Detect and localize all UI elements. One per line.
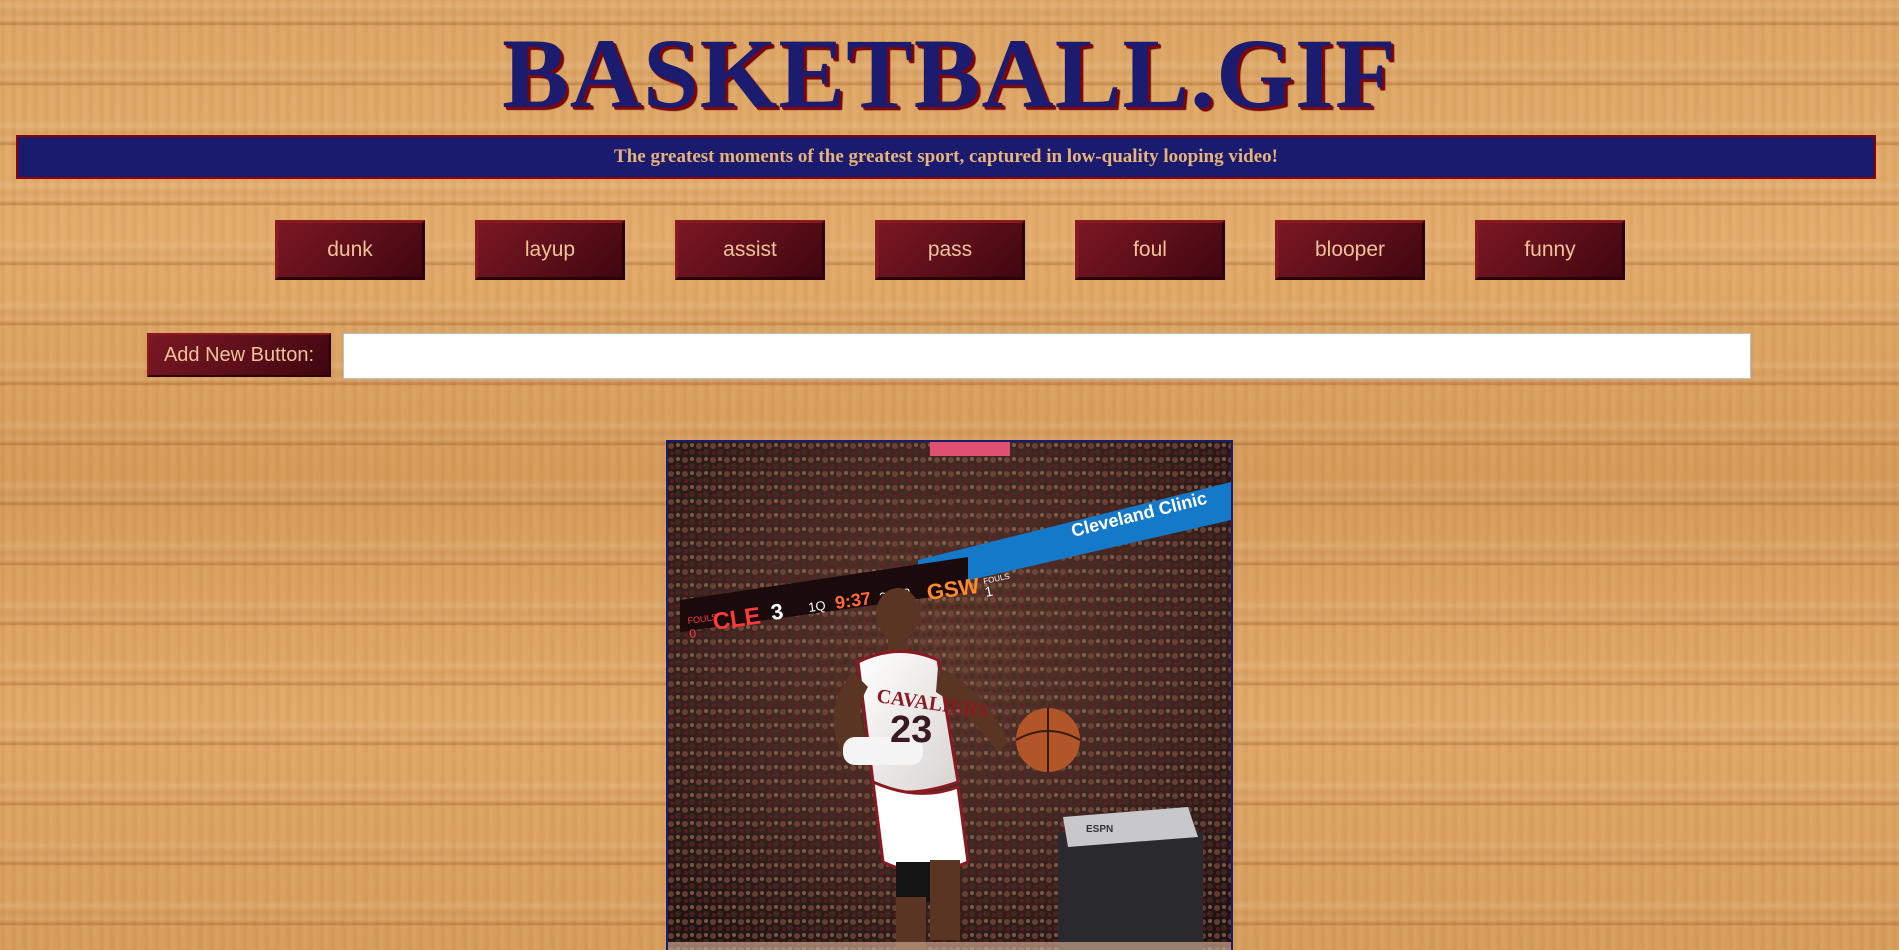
broadcast-logo: ESPN bbox=[1086, 824, 1113, 835]
topic-button-layup[interactable]: layup bbox=[475, 220, 625, 280]
topic-button-blooper[interactable]: blooper bbox=[1275, 220, 1425, 280]
basketball-gif: Cleveland Clinic FOULS 0 CLE 3 1Q 9:37 2… bbox=[666, 440, 1233, 950]
site-title: BASKETBALL.GIF bbox=[502, 18, 1397, 129]
top-sign bbox=[930, 442, 1010, 456]
quarter: 1Q bbox=[807, 598, 826, 615]
gif-image: Cleveland Clinic FOULS 0 CLE 3 1Q 9:37 2… bbox=[668, 442, 1231, 950]
tagline-text: The greatest moments of the greatest spo… bbox=[614, 146, 1278, 167]
topic-button-row: dunk layup assist pass foul blooper funn… bbox=[0, 220, 1899, 280]
topic-button-funny[interactable]: funny bbox=[1475, 220, 1625, 280]
add-new-button-submit[interactable]: Add New Button: bbox=[147, 333, 331, 377]
broadcast-desk bbox=[1058, 832, 1203, 950]
new-button-input[interactable] bbox=[343, 333, 1751, 379]
topic-button-dunk[interactable]: dunk bbox=[275, 220, 425, 280]
topic-button-foul[interactable]: foul bbox=[1075, 220, 1225, 280]
court-floor bbox=[668, 942, 1231, 950]
jersey-number: 23 bbox=[890, 709, 932, 751]
topic-button-assist[interactable]: assist bbox=[675, 220, 825, 280]
tagline-banner: The greatest moments of the greatest spo… bbox=[16, 135, 1876, 179]
topic-button-pass[interactable]: pass bbox=[875, 220, 1025, 280]
